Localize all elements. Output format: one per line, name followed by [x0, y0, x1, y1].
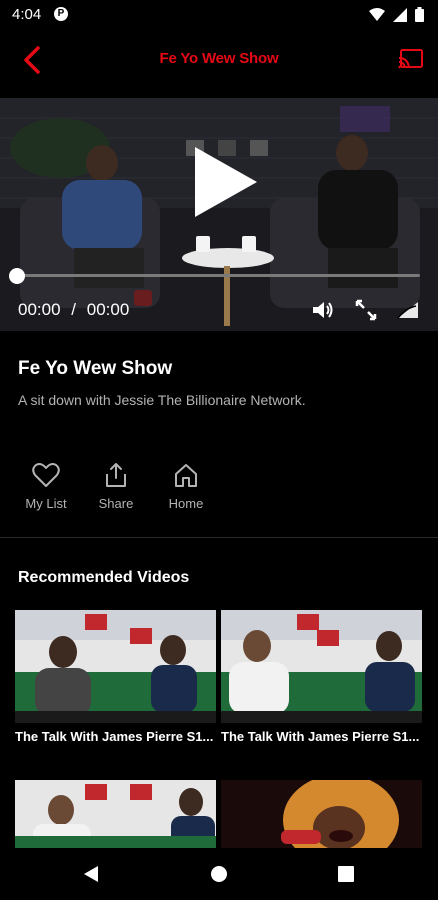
signal-icon	[393, 7, 407, 22]
nav-recents-icon[interactable]	[337, 865, 355, 883]
thumbnail-image	[15, 780, 216, 848]
video-title[interactable]: The Talk With James Pierre S1...	[15, 729, 216, 744]
progress-knob[interactable]	[9, 268, 25, 284]
app-bar: Fe Yo Wew Show	[0, 30, 438, 90]
progress-track[interactable]	[18, 274, 420, 277]
volume-icon[interactable]	[311, 298, 335, 322]
notification-icon: P	[54, 7, 68, 21]
thumbnail-image	[221, 610, 422, 723]
duration: 00:00	[86, 300, 130, 319]
share-button[interactable]: Share	[92, 462, 140, 511]
status-time: 4:04	[12, 6, 42, 23]
thumbnail-image	[221, 780, 422, 848]
video-thumbnail[interactable]	[15, 610, 216, 723]
wifi-icon	[369, 7, 385, 21]
nav-back-icon[interactable]	[82, 865, 100, 883]
divider	[0, 537, 438, 538]
show-info: Fe Yo Wew Show A sit down with Jessie Th…	[18, 340, 418, 408]
play-icon[interactable]	[189, 143, 261, 221]
time-separator: /	[71, 300, 77, 319]
system-nav-bar	[0, 848, 438, 900]
thumbnail-image	[15, 610, 216, 723]
app-title: Fe Yo Wew Show	[159, 50, 279, 67]
video-player[interactable]: 00:00 / 00:00	[0, 98, 438, 331]
heart-icon	[32, 463, 60, 487]
my-list-button[interactable]: My List	[22, 462, 70, 511]
show-title: Fe Yo Wew Show	[18, 358, 173, 379]
share-label: Share	[98, 496, 134, 511]
time-display: 00:00 / 00:00	[18, 300, 135, 320]
video-thumbnail[interactable]	[221, 780, 422, 848]
status-bar: 4:04 P	[0, 0, 438, 30]
cast-video-icon[interactable]	[396, 298, 420, 322]
recommended-heading: Recommended Videos	[18, 569, 190, 586]
my-list-label: My List	[25, 496, 67, 511]
share-icon	[106, 463, 126, 487]
battery-icon	[415, 7, 424, 22]
action-row: My List Share Home	[22, 462, 210, 511]
nav-home-icon[interactable]	[210, 865, 228, 883]
home-button[interactable]: Home	[162, 462, 210, 511]
video-title[interactable]: The Talk With James Pierre S1...	[221, 729, 422, 744]
video-thumbnail[interactable]	[221, 610, 422, 723]
status-icons	[369, 7, 424, 22]
video-thumbnail[interactable]	[15, 780, 216, 848]
show-description: A sit down with Jessie The Billionaire N…	[18, 392, 306, 408]
current-time: 00:00	[18, 300, 61, 319]
fullscreen-icon[interactable]	[354, 298, 378, 322]
cast-icon[interactable]	[398, 48, 424, 70]
home-icon	[175, 464, 197, 487]
home-label: Home	[168, 496, 204, 511]
